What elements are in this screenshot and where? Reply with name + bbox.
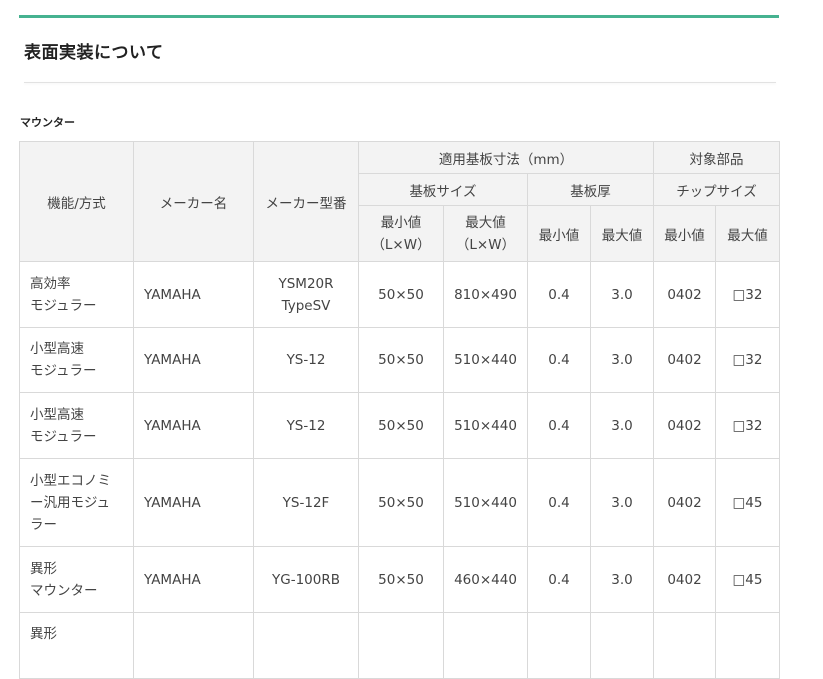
header-max-lw-line1: 最大値	[465, 214, 506, 231]
header-target: 対象部品	[653, 141, 780, 174]
cell-thickness-max: 3.0	[590, 458, 654, 547]
header-model: メーカー型番	[253, 141, 359, 262]
header-board-dims: 基板サイズ	[358, 173, 528, 206]
header-function: 機能/方式	[19, 141, 134, 262]
function-line: モジュラー	[30, 297, 97, 314]
function-line: 小型高速	[30, 341, 84, 357]
cell-max-size: 810×490	[443, 261, 528, 328]
cell-maker: YAMAHA	[133, 392, 254, 459]
cell-chip-max	[715, 612, 780, 679]
function-line: モジュラー	[30, 363, 97, 379]
table-row: 高効率 モジュラー YAMAHA YSM20R TypeSV 50×50 810…	[19, 261, 780, 328]
cell-model	[253, 612, 359, 679]
cell-thickness-max: 3.0	[590, 392, 654, 459]
table-row: 異形 マウンター YAMAHA YG-100RB 50×50 460×440 0…	[19, 546, 780, 613]
title-divider	[24, 82, 776, 83]
cell-thickness-max: 3.0	[590, 261, 654, 328]
cell-chip-max: □45	[715, 546, 780, 613]
cell-max-size: 510×440	[443, 327, 528, 393]
cell-chip-max: □45	[715, 458, 780, 547]
header-min-lw: 最小値 （L×W）	[358, 205, 444, 262]
cell-chip-min: 0402	[653, 458, 716, 547]
cell-function: 小型高速 モジュラー	[19, 392, 134, 459]
header-max-lw-line2: （L×W）	[455, 236, 516, 253]
table-row: 小型高速 モジュラー YAMAHA YS-12 50×50 510×440 0.…	[19, 392, 780, 459]
cell-model: YS-12	[253, 392, 359, 459]
cell-thickness-min: 0.4	[527, 327, 591, 393]
cell-min-size: 50×50	[358, 546, 444, 613]
mounter-table: 機能/方式 メーカー名 メーカー型番 適用基板寸法（mm） 対象部品 基板サイズ…	[19, 141, 780, 679]
function-line: ラー	[30, 516, 57, 533]
cell-model: YS-12F	[253, 458, 359, 547]
cell-thickness-max: 3.0	[590, 546, 654, 613]
cell-chip-min: 0402	[653, 392, 716, 459]
cell-max-size: 460×440	[443, 546, 528, 613]
cell-thickness-max: 3.0	[590, 327, 654, 393]
cell-maker: YAMAHA	[133, 546, 254, 613]
cell-chip-min	[653, 612, 716, 679]
cell-chip-min: 0402	[653, 327, 716, 393]
cell-thickness-min: 0.4	[527, 546, 591, 613]
function-line: 異形	[30, 560, 57, 577]
model-line: TypeSV	[281, 297, 331, 314]
accent-bar	[19, 15, 779, 18]
cell-function: 異形 マウンター	[19, 546, 134, 613]
function-line: モジュラー	[30, 428, 97, 445]
header-chip-size: チップサイズ	[653, 173, 780, 206]
cell-thickness-max	[590, 612, 654, 679]
cell-chip-max: □32	[715, 261, 780, 328]
header-thickness-min: 最小値	[527, 205, 591, 262]
function-line: ー汎用モジュ	[30, 494, 111, 511]
cell-chip-max: □32	[715, 392, 780, 459]
cell-maker: YAMAHA	[133, 327, 254, 393]
model-line: YSM20R	[278, 275, 334, 292]
header-chip-min: 最小値	[653, 205, 716, 262]
header-thickness: 基板厚	[527, 173, 654, 206]
table-row: 小型エコノミ ー汎用モジュ ラー YAMAHA YS-12F 50×50 510…	[19, 458, 780, 547]
cell-thickness-min: 0.4	[527, 392, 591, 459]
cell-model: YS-12	[253, 327, 359, 393]
cell-chip-max: □32	[715, 327, 780, 393]
function-line: マウンター	[30, 582, 98, 599]
header-chip-max: 最大値	[715, 205, 780, 262]
cell-thickness-min: 0.4	[527, 261, 591, 328]
header-min-lw-line1: 最小値	[380, 214, 422, 231]
cell-min-size: 50×50	[358, 458, 444, 547]
header-max-lw: 最大値 （L×W）	[443, 205, 528, 262]
function-line: 小型エコノミ	[30, 472, 111, 489]
cell-thickness-min	[527, 612, 591, 679]
cell-maker	[133, 612, 254, 679]
cell-thickness-min: 0.4	[527, 458, 591, 547]
header-board-size: 適用基板寸法（mm）	[358, 141, 654, 174]
cell-max-size: 510×440	[443, 458, 528, 547]
page-title: 表面実装について	[24, 43, 164, 63]
table-row: 異形	[19, 612, 780, 679]
cell-chip-min: 0402	[653, 261, 716, 328]
cell-function: 異形	[19, 612, 134, 679]
cell-maker: YAMAHA	[133, 458, 254, 547]
cell-min-size: 50×50	[358, 392, 444, 459]
cell-max-size: 510×440	[443, 392, 528, 459]
cell-min-size: 50×50	[358, 261, 444, 328]
section-title: マウンター	[20, 116, 75, 129]
header-thickness-max: 最大値	[590, 205, 654, 262]
cell-chip-min: 0402	[653, 546, 716, 613]
cell-function: 小型エコノミ ー汎用モジュ ラー	[19, 458, 134, 547]
function-line: 小型高速	[30, 406, 84, 423]
cell-function: 小型高速 モジュラー	[19, 327, 134, 393]
cell-model: YG-100RB	[253, 546, 359, 613]
header-maker: メーカー名	[133, 141, 254, 262]
cell-function: 高効率 モジュラー	[19, 261, 134, 328]
cell-max-size	[443, 612, 528, 679]
table-row: 小型高速 モジュラー YAMAHA YS-12 50×50 510×440 0.…	[19, 327, 780, 393]
cell-maker: YAMAHA	[133, 261, 254, 328]
cell-model: YSM20R TypeSV	[253, 261, 359, 328]
cell-min-size: 50×50	[358, 327, 444, 393]
function-line: 高効率	[30, 275, 71, 292]
cell-min-size	[358, 612, 444, 679]
header-min-lw-line2: （L×W）	[371, 236, 431, 253]
